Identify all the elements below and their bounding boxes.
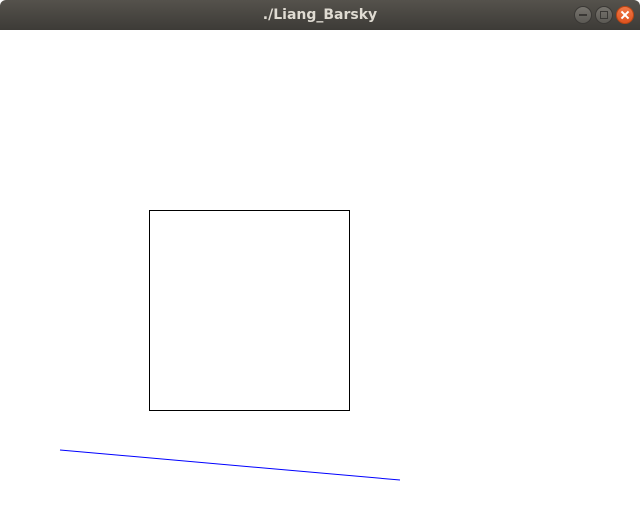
- clipping-window-rect: [149, 210, 350, 411]
- app-window: ./Liang_Barsky: [0, 0, 640, 510]
- minimize-icon[interactable]: [574, 6, 592, 24]
- drawing-canvas: [59, 210, 401, 481]
- line-segment: [59, 449, 401, 481]
- window-controls: [574, 6, 634, 24]
- title-bar[interactable]: ./Liang_Barsky: [0, 0, 640, 30]
- maximize-icon[interactable]: [595, 6, 613, 24]
- close-icon[interactable]: [616, 6, 634, 24]
- window-title: ./Liang_Barsky: [262, 7, 378, 23]
